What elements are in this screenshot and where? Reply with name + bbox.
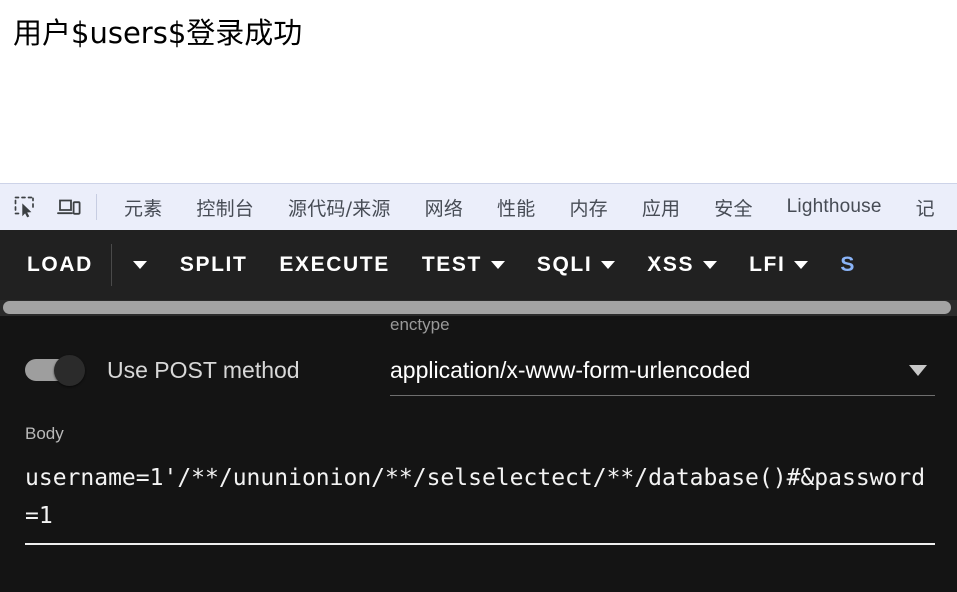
toolbar-divider: [96, 194, 97, 220]
ssrf-button[interactable]: S: [824, 240, 872, 290]
caret-down-icon: [132, 261, 147, 269]
execute-button-label: EXECUTE: [279, 253, 390, 276]
body-field: Body username=1'/**/ununionion/**/selsel…: [25, 424, 935, 545]
caret-down-icon: [490, 261, 505, 269]
tab-recorder[interactable]: 记: [899, 184, 952, 230]
hackbar-panel: LOAD SPLIT EXECUTE TEST SQLI XSS LFI S U…: [0, 230, 957, 592]
tab-application[interactable]: 应用: [625, 184, 697, 230]
tab-memory[interactable]: 内存: [552, 184, 624, 230]
tab-console[interactable]: 控制台: [179, 184, 271, 230]
test-button-label: TEST: [421, 253, 482, 276]
horizontal-scrollbar[interactable]: [0, 300, 957, 316]
load-dropdown-caret-icon[interactable]: [116, 240, 164, 290]
lfi-button[interactable]: LFI: [733, 240, 824, 290]
load-divider: [110, 244, 112, 286]
load-button[interactable]: LOAD: [27, 240, 107, 290]
execute-button[interactable]: EXECUTE: [263, 240, 405, 290]
hackbar-toolbar: LOAD SPLIT EXECUTE TEST SQLI XSS LFI S: [0, 230, 957, 300]
lfi-button-label: LFI: [749, 253, 786, 276]
scrollbar-thumb[interactable]: [3, 301, 951, 314]
devtools-tabbar: 元素 控制台 源代码/来源 网络 性能 内存 应用 安全 Lighthouse …: [0, 183, 957, 230]
use-post-method-row[interactable]: Use POST method: [25, 355, 300, 386]
use-post-method-label: Use POST method: [107, 356, 300, 383]
caret-down-icon: [794, 261, 809, 269]
ssrf-button-label: S: [840, 253, 857, 276]
toggle-thumb: [54, 355, 85, 386]
web-page-content: 用户$users$登录成功: [0, 0, 957, 183]
caret-down-icon: [601, 261, 616, 269]
sqli-button[interactable]: SQLI: [521, 240, 631, 290]
tab-network[interactable]: 网络: [408, 184, 480, 230]
tab-elements[interactable]: 元素: [107, 184, 179, 230]
enctype-label: enctype: [390, 315, 450, 334]
body-input[interactable]: username=1'/**/ununionion/**/selselectec…: [25, 459, 935, 545]
body-label: Body: [25, 424, 64, 443]
caret-down-icon: [703, 261, 718, 269]
enctype-value: application/x-www-form-urlencoded: [390, 356, 751, 383]
tab-lighthouse[interactable]: Lighthouse: [770, 184, 899, 230]
tab-security[interactable]: 安全: [697, 184, 769, 230]
enctype-select[interactable]: application/x-www-form-urlencoded: [390, 345, 935, 396]
device-toolbar-icon[interactable]: [50, 190, 88, 224]
tab-sources[interactable]: 源代码/来源: [271, 184, 408, 230]
use-post-method-toggle[interactable]: [25, 355, 87, 386]
xss-button[interactable]: XSS: [631, 240, 733, 290]
test-button[interactable]: TEST: [406, 240, 521, 290]
hackbar-form: Use POST method enctype application/x-ww…: [0, 315, 957, 592]
inspect-element-icon[interactable]: [6, 190, 44, 224]
load-button-label: LOAD: [27, 253, 93, 276]
xss-button-label: XSS: [647, 253, 695, 276]
tab-performance[interactable]: 性能: [480, 184, 552, 230]
chevron-down-icon: [909, 364, 927, 376]
split-button[interactable]: SPLIT: [164, 240, 264, 290]
split-button-label: SPLIT: [179, 253, 248, 276]
sqli-button-label: SQLI: [536, 253, 593, 276]
page-result-text: 用户$users$登录成功: [13, 16, 303, 50]
